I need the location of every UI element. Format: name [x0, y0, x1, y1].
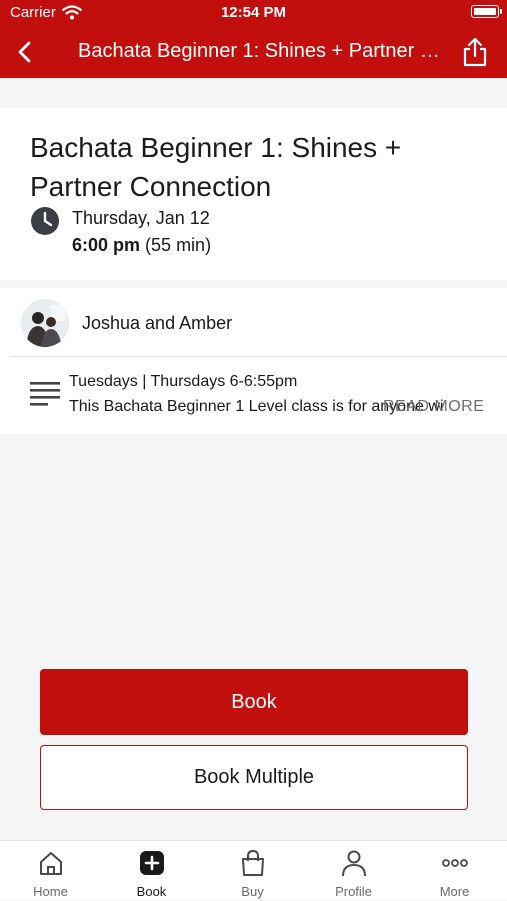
back-chevron-icon[interactable]: [12, 38, 38, 66]
tab-more-label: More: [439, 884, 470, 899]
tab-buy[interactable]: Buy: [202, 841, 303, 901]
clock-icon: [31, 207, 59, 235]
class-info-card: Bachata Beginner 1: Shines + Partner Con…: [0, 108, 507, 280]
tab-book-label: Book: [136, 884, 167, 899]
read-more-link[interactable]: READ MORE: [383, 398, 484, 416]
class-title: Bachata Beginner 1: Shines + Partner Con…: [30, 132, 402, 202]
class-schedule: Tuesdays | Thursdays 6-6:55pm: [69, 373, 298, 390]
nav-title: Bachata Beginner 1: Shines + Partner Con…: [78, 40, 448, 62]
description-lines-icon: [30, 382, 60, 406]
tab-profile[interactable]: Profile: [303, 841, 404, 901]
navigation-bar: Bachata Beginner 1: Shines + Partner Con…: [0, 26, 507, 78]
status-time: 12:54 PM: [220, 4, 287, 21]
status-bar: Carrier 12:54 PM: [0, 0, 507, 26]
class-time-line: 6:00 pm (55 min): [72, 235, 211, 256]
tab-bar: Home Book Buy Profile More: [0, 840, 507, 900]
home-icon: [40, 852, 62, 875]
avatar-photo: [21, 299, 69, 347]
tab-home-label: Home: [33, 884, 68, 899]
book-multiple-button[interactable]: Book Multiple: [40, 745, 468, 810]
tab-buy-label: Buy: [241, 884, 264, 899]
tab-more[interactable]: More: [404, 841, 505, 901]
details-card: Joshua and Amber Tuesdays | Thursdays 6-…: [0, 288, 507, 434]
divider: [10, 356, 507, 357]
tab-book[interactable]: Book: [101, 841, 202, 901]
tab-profile-label: Profile: [335, 884, 372, 899]
battery-tip: [500, 9, 502, 14]
class-date: Thursday, Jan 12: [72, 208, 210, 228]
person-icon: [342, 850, 366, 877]
teacher-avatar[interactable]: [21, 299, 69, 347]
ellipsis-icon: [442, 859, 468, 867]
bag-icon: [242, 849, 264, 876]
book-button[interactable]: Book: [40, 669, 468, 735]
teacher-name[interactable]: Joshua and Amber: [82, 313, 232, 334]
plus-square-icon: [140, 851, 164, 875]
class-start-time: 6:00 pm: [72, 235, 141, 255]
battery-icon: [471, 5, 499, 18]
class-duration: (55 min): [145, 235, 212, 255]
tab-home[interactable]: Home: [0, 841, 101, 901]
share-icon[interactable]: [461, 36, 489, 68]
